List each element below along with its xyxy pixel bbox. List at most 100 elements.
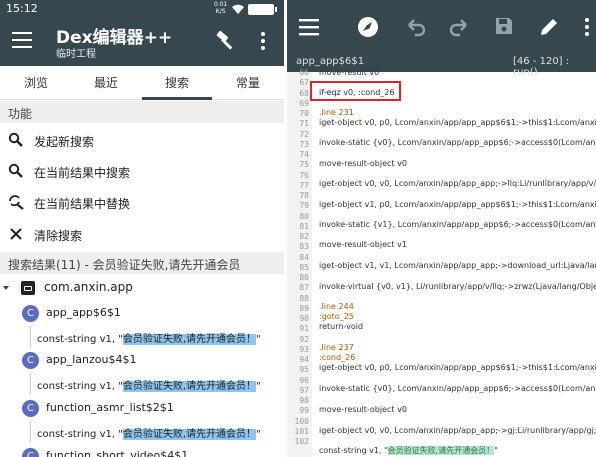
line-number: 77 [299,180,309,190]
replace-in-results-item[interactable]: 在当前结果中替换 [0,186,284,218]
tab-constants[interactable]: 常量 [236,74,260,91]
overflow-menu-icon[interactable] [582,18,592,40]
class-name: app_app$6$1 [46,306,121,319]
close-icon [10,228,22,240]
line-number: 86 [299,273,309,282]
line-number: 85 [299,262,309,272]
class-node[interactable]: C app_app$6$1 [0,300,284,328]
code-line: invoke-virtual {v0, v1}, Li/runlibrary/a… [319,282,596,291]
line-number: 95 [299,365,309,375]
class-icon: C [22,305,39,322]
line-number: 101 [294,426,309,436]
hammer-icon[interactable] [214,30,236,52]
tab-recent[interactable]: 最近 [94,74,118,91]
class-icon: C [22,448,39,457]
line-number: 68 [299,88,309,98]
code-line: :goto_25 [319,312,354,321]
code-line: move-result v0 [319,68,380,77]
class-node[interactable]: C function_asmr_list$2$1 [0,395,284,423]
line-number: 93 [299,344,309,354]
line-number: 80 [299,211,309,221]
search-in-results-label: 在当前结果中搜索 [34,166,131,180]
menu-icon[interactable] [12,32,32,52]
line-number: 84 [299,252,309,262]
tab-bar: 浏览 最近 搜索 常量 [0,66,284,100]
tab-search[interactable]: 搜索 [165,74,189,91]
status-bar: 15:12 0.01 K/S [0,0,284,18]
class-node[interactable]: C function_short_video$4$1 [0,443,284,457]
line-number: 83 [299,242,309,252]
status-time: 15:12 [6,2,38,15]
search-result-item[interactable]: const-string v1, "会员验证失败,请先开通会员！" [0,373,284,395]
line-number: 72 [299,129,309,139]
line-number: 94 [299,355,309,364]
line-number: 69 [299,98,309,108]
line-number: 71 [299,119,309,129]
edit-icon[interactable] [538,16,560,38]
matched-text: 会员验证失败,请先开通会员！ [122,334,257,345]
code-line: move-result-object v0 [319,159,407,168]
search-icon [8,163,23,178]
matched-text: 会员验证失败,请先开通会员！ [387,446,495,455]
search-in-results-item[interactable]: 在当前结果中搜索 [0,155,284,187]
code-line: .line 244 [319,302,354,311]
code-line: invoke-static {v0}, Lcom/anxin/app/app_a… [319,138,596,147]
file-tab[interactable]: app_app$6$1 [296,56,364,67]
battery-icon [248,4,277,15]
line-number: 99 [299,406,309,416]
class-icon: C [22,400,39,417]
line-number: 92 [299,334,309,344]
menu-icon[interactable] [299,18,319,36]
code-line: iget-object v1, v1, Lcom/anxin/app/app_a… [319,261,596,270]
search-results-header: 搜索结果(11) - 会员验证失败,请先开通会员 [0,252,284,274]
functions-header: 功能 [0,101,284,123]
new-search-item[interactable]: 发起新搜索 [0,124,284,156]
code-line: iget-object v0, p0, Lcom/anxin/app/app_a… [319,118,596,127]
line-number: 79 [299,201,309,211]
class-icon: C [22,352,39,369]
replace-in-results-label: 在当前结果中替换 [34,197,131,211]
new-search-label: 发起新搜索 [34,135,95,149]
line-number: 66 [299,68,309,77]
code-line: iget-object v1, p0, Lcom/anxin/app/app_a… [319,200,596,209]
code-line: .line 237 [319,343,354,352]
redo-icon[interactable] [448,16,470,38]
search-result-item[interactable]: const-string v1, "会员验证失败,请先开通会员！" [0,421,284,443]
code-line: .line 231 [319,108,354,117]
line-number: 78 [299,191,309,200]
code-line: :cond_26 [319,353,356,362]
dex-editor-pane: 15:12 0.01 K/S Dex编辑器++ 临时工程 浏览 最近 搜索 常量… [0,0,284,457]
line-number: 73 [299,139,309,149]
find-replace-icon [9,195,24,210]
code-line: move-result-object v1 [319,240,407,249]
package-name: com.anxin.app [44,280,133,294]
navigate-icon[interactable] [357,16,379,38]
editor-toolbar [287,0,596,54]
highlight-box [310,81,401,101]
package-node[interactable]: com.anxin.app [0,277,284,301]
undo-icon[interactable] [405,16,427,38]
app-toolbar: Dex编辑器++ 临时工程 [0,18,284,66]
overflow-menu-icon[interactable] [258,32,268,52]
method-range: [46 - 120] : run() [513,56,570,78]
active-tab-indicator [142,97,212,100]
class-node[interactable]: C app_lanzou$4$1 [0,347,284,375]
tab-browse[interactable]: 浏览 [24,74,48,91]
line-number: 81 [299,221,309,231]
clear-search-item[interactable]: 清除搜索 [0,218,284,250]
line-number: 87 [299,283,309,293]
code-line: move-result-object v0 [319,405,407,414]
code-line: invoke-static {v0}, Lcom/anxin/app/app_a… [319,384,596,393]
folder-icon [21,281,35,295]
line-number: 96 [299,375,309,385]
line-number: 90 [299,314,309,323]
search-result-item[interactable]: const-string v1, "会员验证失败,请先开通会员！" [0,326,284,348]
code-line: return-void [319,322,364,331]
line-number: 70 [299,109,309,118]
save-icon[interactable] [494,16,514,36]
clear-search-label: 清除搜索 [34,229,83,243]
line-number: 88 [299,293,309,303]
wifi-icon [232,4,244,14]
line-number: 74 [299,150,309,159]
class-name: function_short_video$4$1 [46,449,189,457]
